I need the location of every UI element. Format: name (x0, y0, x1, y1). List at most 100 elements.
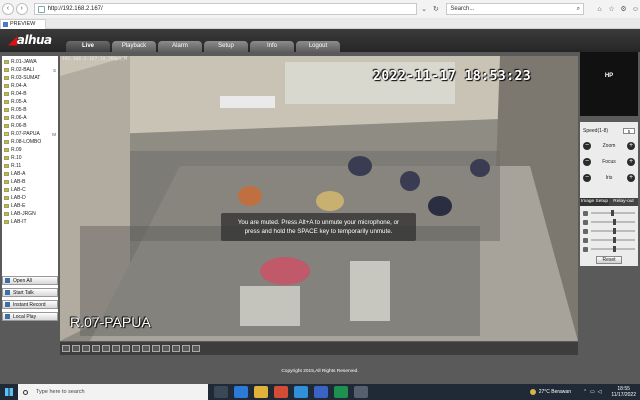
slider-knob[interactable] (613, 228, 616, 234)
layout-button-icon[interactable] (142, 345, 150, 352)
edge-icon[interactable] (234, 386, 248, 398)
browser-toolbar: ‹ › http://192.168.2.167/ ⌄ ↻ Search... … (0, 0, 640, 18)
tab-setup[interactable]: Setup (204, 41, 248, 52)
browser-tab[interactable]: PREVIEW (0, 19, 46, 29)
tab-image-setup[interactable]: Image Setup (580, 198, 609, 206)
camera-item[interactable]: R.10 (2, 154, 58, 162)
smiley-icon[interactable]: ☺ (631, 5, 640, 14)
layout-button-icon[interactable] (92, 345, 100, 352)
slider-track[interactable] (591, 237, 635, 243)
zoom-out-button[interactable]: − (583, 142, 591, 150)
layout-button-icon[interactable] (182, 345, 190, 352)
zoom-in-button[interactable]: + (627, 142, 635, 150)
layout-button-icon[interactable] (122, 345, 130, 352)
camera-item[interactable]: R.09 (2, 146, 58, 154)
back-icon[interactable]: ‹ (2, 3, 14, 15)
file-explorer-icon[interactable] (254, 386, 268, 398)
camera-item[interactable]: R.06-B (2, 122, 58, 130)
taskbar-search-input[interactable]: Type here to search (18, 384, 208, 400)
focus-in-button[interactable]: + (627, 158, 635, 166)
camera-item[interactable]: R.08-LOMBO (2, 138, 58, 146)
tab-playback[interactable]: Playback (112, 41, 156, 52)
weather-widget[interactable]: 27°C Berawan (529, 389, 571, 395)
excel-icon[interactable] (334, 386, 348, 398)
open-all-button[interactable]: Open All (2, 276, 58, 285)
camera-item[interactable]: R.05-A (2, 98, 58, 106)
layout-button-icon[interactable] (192, 345, 200, 352)
tab-logout[interactable]: Logout (296, 41, 340, 52)
slider-track[interactable] (591, 219, 635, 225)
camera-item[interactable]: LAB-B (2, 178, 58, 186)
slider-knob[interactable] (613, 219, 616, 225)
favorites-icon[interactable]: ☆ (607, 5, 616, 14)
camera-item[interactable]: LAB-A (2, 170, 58, 178)
slider-track[interactable] (591, 210, 635, 216)
task-view-icon[interactable] (214, 386, 228, 398)
reset-button[interactable]: Reset (596, 256, 622, 264)
slider-track[interactable] (591, 228, 635, 234)
layout-button-icon[interactable] (62, 345, 70, 352)
forward-icon[interactable]: › (15, 3, 28, 15)
start-talk-button[interactable]: Start Talk (2, 288, 58, 297)
layout-button-icon[interactable] (72, 345, 80, 352)
refresh-icon[interactable]: ↻ (432, 5, 441, 14)
camera-item[interactable]: R.06-A (2, 114, 58, 122)
layout-button-icon[interactable] (132, 345, 140, 352)
layout-button-icon[interactable] (172, 345, 180, 352)
chrome-icon[interactable] (274, 386, 288, 398)
camera-item[interactable]: LAB-IT (2, 218, 58, 226)
camera-item[interactable]: R.03-SUMAT (2, 74, 58, 82)
camera-item[interactable]: LAB-JRGN (2, 210, 58, 218)
camera-item[interactable]: R.04-A (2, 82, 58, 90)
volume-icon[interactable]: ◁ (597, 389, 601, 395)
address-bar[interactable]: http://192.168.2.167/ (33, 3, 417, 15)
tray-chevron-icon[interactable]: ⌃ (583, 389, 587, 395)
focus-out-button[interactable]: − (583, 158, 591, 166)
zoom-icon[interactable] (294, 386, 308, 398)
instant-record-button[interactable]: Instant Record (2, 300, 58, 309)
home-icon[interactable]: ⌂ (595, 5, 604, 14)
app-icon[interactable] (354, 386, 368, 398)
tab-live[interactable]: Live (66, 41, 110, 52)
slider-knob[interactable] (610, 210, 614, 216)
word-icon[interactable] (314, 386, 328, 398)
search-dropdown-icon[interactable]: ⌄ (420, 5, 429, 14)
camera-item[interactable]: R.02-BALI S (2, 66, 58, 74)
browser-search-input[interactable]: Search... ⌕ (446, 3, 584, 15)
camera-item[interactable]: R.05-B (2, 106, 58, 114)
camera-item[interactable]: LAB-D (2, 194, 58, 202)
image-slider[interactable] (583, 228, 635, 234)
camera-item[interactable]: R.01-JAWA (2, 58, 58, 66)
network-icon[interactable]: ▭ (590, 389, 595, 395)
image-slider[interactable] (583, 237, 635, 243)
layout-button-icon[interactable] (112, 345, 120, 352)
channel-actions: Open All Start Talk Instant Record Local… (2, 276, 58, 324)
local-play-button[interactable]: Local Play (2, 312, 58, 321)
speed-select[interactable]: 5 (623, 128, 635, 134)
layout-button-icon[interactable] (102, 345, 110, 352)
camera-item[interactable]: R.07-PAPUA M (2, 130, 58, 138)
camera-item[interactable]: LAB-C (2, 186, 58, 194)
image-slider[interactable] (583, 210, 635, 216)
start-button[interactable] (0, 384, 18, 400)
layout-button-icon[interactable] (162, 345, 170, 352)
clock[interactable]: 18:55 11/17/2022 (611, 386, 636, 398)
slider-knob[interactable] (613, 237, 616, 243)
slider-track[interactable] (591, 246, 635, 252)
layout-button-icon[interactable] (152, 345, 160, 352)
image-slider[interactable] (583, 219, 635, 225)
image-slider[interactable] (583, 246, 635, 252)
slider-knob[interactable] (613, 246, 616, 252)
iris-out-button[interactable]: − (583, 174, 591, 182)
layout-button-icon[interactable] (82, 345, 90, 352)
camera-item[interactable]: R.11 (2, 162, 58, 170)
osd-camera-name: R.07-PAPUA (70, 314, 151, 330)
live-video[interactable]: 192.168.2.167_10_2Kbps_M 2022-11-17 18:5… (60, 56, 578, 341)
iris-in-button[interactable]: + (626, 174, 635, 182)
camera-item[interactable]: R.04-B (2, 90, 58, 98)
tab-info[interactable]: Info (250, 41, 294, 52)
tab-relay-out[interactable]: Relay-out (609, 198, 638, 206)
gear-icon[interactable]: ⚙ (619, 5, 628, 14)
tab-alarm[interactable]: Alarm (158, 41, 202, 52)
camera-item[interactable]: LAB-E (2, 202, 58, 210)
